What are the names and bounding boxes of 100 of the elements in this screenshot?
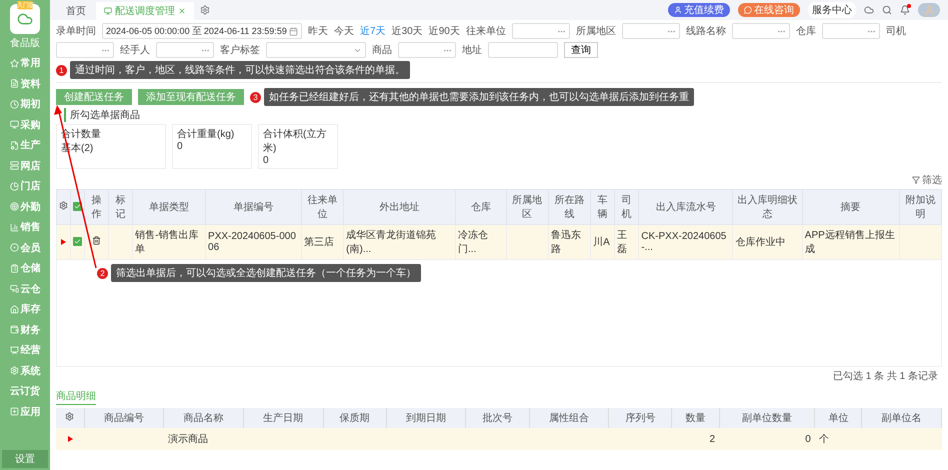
sidebar-item[interactable]: 门店	[10, 176, 40, 196]
sidebar-label: 会员	[20, 242, 40, 255]
table-cell: 0	[719, 428, 815, 450]
sidebar-item[interactable]: 外勤	[10, 196, 40, 217]
action-button[interactable]: 创建配送任务	[56, 89, 132, 105]
settings-icon[interactable]	[65, 412, 74, 421]
sidebar-item[interactable]: 经营	[10, 340, 40, 360]
service-center-link[interactable]: 服务中心	[808, 2, 856, 18]
table-cell: 个	[814, 428, 862, 450]
quick-date-link[interactable]: 近90天	[428, 24, 460, 38]
sidebar-item[interactable]: 仓储	[10, 258, 40, 278]
column-header: 仓库	[455, 190, 506, 224]
sidebar-label: 云仓	[20, 282, 40, 296]
field-label: 客户标签	[220, 44, 260, 57]
user-icon	[674, 6, 682, 14]
target-icon	[10, 202, 18, 212]
input-field[interactable]	[488, 42, 558, 58]
table-cell: 第三店	[301, 224, 344, 260]
table-cell: 仓库作业中	[732, 224, 802, 260]
tab[interactable]: 配送调度管理	[96, 2, 194, 20]
table-cell: APP远程销售上报生成	[802, 224, 900, 260]
picker-field[interactable]	[732, 23, 790, 39]
field-label: 至	[192, 25, 202, 38]
search-icon[interactable]	[882, 5, 892, 15]
sidebar-item[interactable]: 资料	[10, 74, 40, 94]
detail-tab[interactable]: 商品明细	[56, 385, 96, 405]
column-header: 外出地址	[344, 190, 456, 224]
sidebar-label: 云订货	[10, 384, 40, 398]
tooltip: 通过时间，客户，地区，线路等条件，可以快速筛选出符合该条件的单据。	[70, 61, 410, 79]
sidebar-label: 采购	[20, 118, 40, 132]
query-button[interactable]: 查询	[564, 42, 598, 58]
picker-field[interactable]	[822, 23, 880, 39]
settings-icon[interactable]	[200, 5, 210, 15]
column-header: 商品编号	[84, 408, 164, 428]
tab[interactable]: 首页	[58, 2, 94, 20]
settings-button[interactable]: 设置	[2, 450, 48, 468]
close-icon[interactable]	[178, 7, 186, 15]
settings-icon[interactable]	[59, 201, 68, 210]
sidebar-item[interactable]: 会员	[10, 238, 40, 258]
sidebar-item[interactable]: 财务	[10, 320, 40, 340]
record-count: 已勾选 1 条 共 1 条记录	[832, 370, 939, 384]
column-header: 摘要	[802, 190, 900, 224]
sidebar-label: 库存	[20, 302, 40, 316]
wallet-icon	[10, 325, 18, 334]
quick-date-link[interactable]: 今天	[334, 24, 354, 38]
sidebar-item[interactable]: 应用	[10, 402, 40, 422]
quick-date-link[interactable]: 近30天	[392, 24, 423, 38]
table-cell	[506, 224, 548, 260]
sidebar-item[interactable]: 期初	[10, 94, 40, 114]
column-header: 保质期	[323, 408, 386, 428]
delete-icon[interactable]	[92, 236, 102, 245]
quick-date-link[interactable]: 近7天	[360, 24, 386, 38]
tip-number-badge: 2	[97, 268, 108, 278]
column-header: 所属地区	[506, 190, 548, 224]
table-cell: 冷冻仓门...	[455, 224, 506, 260]
consult-button[interactable]: 在线咨询	[738, 3, 800, 17]
bar-chart-icon	[10, 222, 18, 232]
calendar-icon	[289, 26, 298, 36]
picker-field[interactable]	[156, 42, 214, 58]
sidebar-item[interactable]: 采购	[10, 114, 40, 135]
pie-chart-icon	[10, 182, 18, 191]
avatar[interactable]	[918, 3, 940, 17]
sidebar-item[interactable]: 库存	[10, 299, 40, 320]
column-header: 生产日期	[243, 408, 323, 428]
field-label: 仓库	[796, 24, 816, 38]
field-label: 录单时间	[56, 24, 96, 38]
monitor-icon	[10, 284, 18, 294]
picker-field[interactable]	[56, 42, 114, 58]
sidebar-item[interactable]: 网店	[10, 156, 40, 176]
server-icon	[10, 161, 18, 170]
cloud-icon[interactable]	[864, 5, 874, 15]
table-cell: CK-PXX-20240605-...	[638, 224, 733, 260]
star-icon	[10, 58, 18, 68]
sidebar-item[interactable]: 系统	[10, 360, 40, 381]
sidebar-item[interactable]: 生产	[10, 135, 40, 156]
column-header: 单据编号	[206, 190, 302, 224]
table-cell: 演示商品	[164, 428, 244, 450]
picker-field[interactable]	[512, 23, 570, 39]
column-header: 数量	[672, 408, 720, 428]
presentation-icon	[10, 346, 18, 355]
picker-field[interactable]	[622, 23, 680, 39]
action-button[interactable]: 添加至现有配送任务	[138, 89, 244, 105]
summary-value: 0	[263, 155, 270, 166]
column-header: 标记	[108, 190, 133, 224]
filter-link[interactable]: 筛选	[912, 173, 942, 187]
table-cell: PXX-20240605-00006	[206, 224, 302, 260]
sidebar-item[interactable]: 云仓	[10, 278, 40, 299]
quick-date-link[interactable]: 昨天	[308, 24, 328, 38]
row-checkbox[interactable]	[73, 236, 82, 246]
picker-field[interactable]	[398, 42, 456, 58]
recharge-button[interactable]: 充值续费	[668, 3, 730, 17]
bell-icon[interactable]	[900, 5, 910, 15]
sidebar-item[interactable]: 常用	[10, 53, 40, 74]
sidebar-item[interactable]: 云订货	[10, 381, 40, 402]
clock-icon	[10, 100, 18, 109]
tooltip: 如任务已经组建好后，还有其他的单据也需要添加到该任务内，也可以勾选单据后添加到任务重	[264, 88, 694, 106]
sidebar-item[interactable]: 销售	[10, 217, 40, 238]
date-range-field[interactable]: 2024-06-05 00:00:00 至 2024-06-11 23:59:59	[102, 23, 302, 39]
select-field[interactable]	[266, 42, 366, 58]
column-header: 单据类型	[132, 190, 206, 224]
